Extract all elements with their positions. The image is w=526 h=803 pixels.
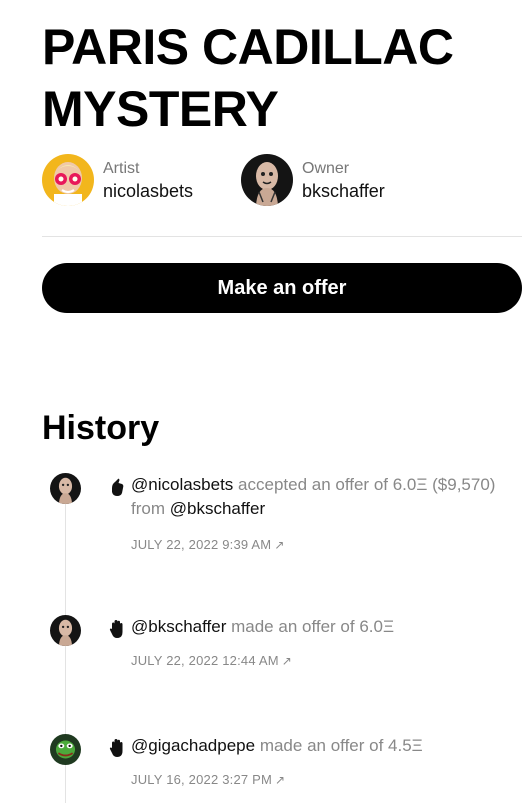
history-heading: History bbox=[42, 409, 160, 447]
event-date: JULY 16, 2022 3:27 PM bbox=[131, 772, 273, 787]
owner-username[interactable]: bkschaffer bbox=[302, 180, 385, 202]
artist-avatar[interactable] bbox=[42, 154, 94, 206]
event-description: @gigachadpepe made an offer of 4.5Ξ bbox=[131, 734, 511, 758]
event-avatar[interactable] bbox=[50, 473, 81, 504]
artist-role-label: Artist bbox=[103, 160, 140, 177]
event-description: @bkschaffer made an offer of 6.0Ξ bbox=[131, 615, 511, 639]
event-actor-link[interactable]: @nicolasbets bbox=[131, 475, 233, 494]
external-link-icon: ↗ bbox=[274, 538, 285, 552]
hand-offer-icon bbox=[109, 619, 125, 639]
owner-role-label: Owner bbox=[302, 160, 350, 177]
event-date-link[interactable]: JULY 16, 2022 3:27 PM ↗ bbox=[131, 772, 285, 787]
event-avatar[interactable] bbox=[50, 615, 81, 646]
owner-block[interactable]: Owner bkschaffer bbox=[241, 154, 385, 206]
history-event: @gigachadpepe made an offer of 4.5Ξ JULY… bbox=[50, 734, 520, 794]
event-actor-link[interactable]: @bkschaffer bbox=[131, 617, 226, 636]
external-link-icon: ↗ bbox=[275, 773, 286, 787]
history-event: @bkschaffer made an offer of 6.0Ξ JULY 2… bbox=[50, 615, 520, 675]
artist-block[interactable]: Artist nicolasbets bbox=[42, 154, 193, 206]
artwork-title: PARIS CADILLAC MYSTERY bbox=[42, 19, 454, 137]
event-date: JULY 22, 2022 9:39 AM bbox=[131, 537, 272, 552]
owner-avatar[interactable] bbox=[241, 154, 293, 206]
event-actor-link[interactable]: @gigachadpepe bbox=[131, 736, 255, 755]
external-link-icon: ↗ bbox=[281, 654, 293, 668]
event-avatar[interactable] bbox=[50, 734, 81, 765]
section-divider bbox=[42, 236, 522, 237]
event-action-text: made an offer of 6.0Ξ bbox=[226, 617, 395, 636]
event-action-text: made an offer of 4.5Ξ bbox=[255, 736, 423, 755]
make-offer-button[interactable]: Make an offer bbox=[42, 263, 522, 313]
history-event: @nicolasbets accepted an offer of 6.0Ξ (… bbox=[50, 473, 520, 563]
event-date-link[interactable]: JULY 22, 2022 9:39 AM ↗ bbox=[131, 537, 285, 552]
event-counterparty-link[interactable]: @bkschaffer bbox=[170, 499, 265, 518]
hand-accept-icon bbox=[109, 477, 125, 497]
event-description: @nicolasbets accepted an offer of 6.0Ξ (… bbox=[131, 473, 511, 521]
event-date-link[interactable]: JULY 22, 2022 12:44 AM ↗ bbox=[131, 653, 292, 668]
artist-username[interactable]: nicolasbets bbox=[103, 180, 193, 202]
hand-offer-icon bbox=[109, 738, 125, 758]
event-date: JULY 22, 2022 12:44 AM bbox=[131, 653, 279, 668]
